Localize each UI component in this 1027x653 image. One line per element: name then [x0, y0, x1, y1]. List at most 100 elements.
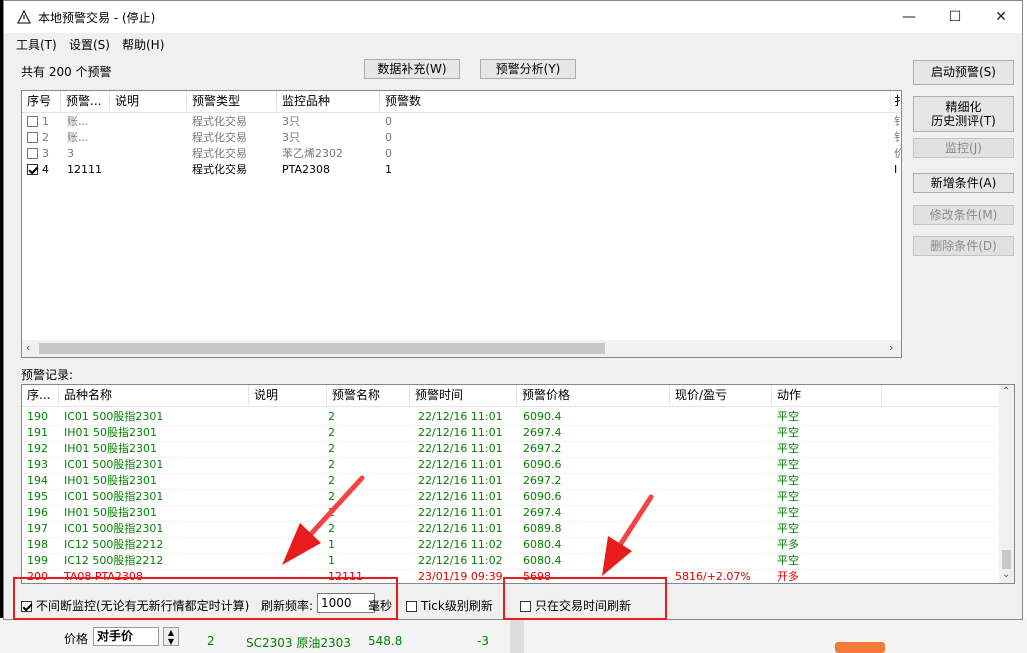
background-bottom-panel: 价格 对手价 ▲ ▼ 2 SC2303 原油2303 548.8 -3: [0, 618, 1027, 653]
record-price: 6090.6: [523, 458, 562, 471]
record-action: 平空: [777, 410, 799, 423]
bg-row-qty: -3: [477, 634, 489, 648]
scroll-thumb[interactable]: [39, 343, 605, 354]
col-record-name[interactable]: 预警名称: [327, 385, 410, 405]
record-product: IH01 50股指2301: [64, 474, 158, 487]
col-record-desc[interactable]: 说明: [249, 385, 327, 405]
data-supplement-button[interactable]: 数据补充(W): [364, 59, 460, 79]
records-vertical-scrollbar[interactable]: ⌃ ⌄: [999, 385, 1014, 583]
records-label: 预警记录:: [21, 368, 74, 382]
record-row[interactable]: 198 IC12 500股指2212 1 22/12/16 11:02 6080.4 平多: [22, 537, 997, 554]
record-product: IH01 50股指2301: [64, 442, 158, 455]
alert-row[interactable]: 2 账... 程式化交易 3只 0 钅: [22, 130, 901, 146]
window-title: 本地预警交易 - (停止): [38, 11, 156, 25]
tick-refresh-checkbox[interactable]: [406, 601, 417, 612]
delete-condition-button[interactable]: 删除条件(D): [913, 236, 1014, 256]
record-action: 平空: [777, 458, 799, 471]
col-action[interactable]: 动作: [772, 385, 882, 405]
add-condition-button[interactable]: 新增条件(A): [913, 173, 1014, 193]
menu-tools[interactable]: 工具(T): [16, 36, 57, 53]
col-description[interactable]: 说明: [110, 91, 187, 111]
record-action: 平空: [777, 474, 799, 487]
record-time: 22/12/16 11:01: [418, 458, 503, 471]
bg-scrollbar[interactable]: [510, 618, 524, 653]
modify-condition-button[interactable]: 修改条件(M): [913, 205, 1014, 225]
col-record-index[interactable]: 序...: [22, 385, 59, 405]
alert-trading-window: 本地预警交易 - (停止) — ☐ ✕ 工具(T) 设置(S) 帮助(H) 共有…: [3, 0, 1023, 620]
bg-price-type-select[interactable]: 对手价: [93, 627, 159, 646]
record-price: 2697.4: [523, 506, 562, 519]
record-row[interactable]: 194 IH01 50股指2301 2 22/12/16 11:01 2697.2 平空: [22, 473, 997, 490]
maximize-button[interactable]: ☐: [932, 1, 978, 33]
record-row[interactable]: 191 IH01 50股指2301 2 22/12/16 11:01 2697.4 平空: [22, 425, 997, 442]
scroll-left-icon[interactable]: ‹: [26, 341, 30, 354]
record-index: 197: [27, 522, 48, 535]
record-time: 22/12/16 11:02: [418, 554, 503, 567]
record-index: 195: [27, 490, 48, 503]
record-price: 6080.4: [523, 538, 562, 551]
records-table-header: 序... 品种名称 说明 预警名称 预警时间 预警价格 现价/盈亏 动作: [22, 385, 1014, 407]
record-product: IC01 500股指2301: [64, 410, 164, 423]
record-name: 1: [328, 554, 335, 567]
col-product[interactable]: 品种名称: [59, 385, 249, 405]
record-pnl: 5816/+2.07%: [675, 570, 751, 583]
record-time: 22/12/16 11:02: [418, 538, 503, 551]
col-pnl[interactable]: 现价/盈亏: [670, 385, 772, 405]
alert-analysis-button[interactable]: 预警分析(Y): [480, 59, 576, 79]
record-product: IH01 50股指2301: [64, 426, 158, 439]
record-index: 192: [27, 442, 48, 455]
col-alert-count[interactable]: 预警数: [380, 91, 891, 111]
record-row[interactable]: 193 IC01 500股指2301 2 22/12/16 11:01 6090.6 平空: [22, 457, 997, 474]
col-alert-type[interactable]: 预警类型: [187, 91, 277, 111]
col-alert-name[interactable]: 预警...: [61, 91, 110, 111]
col-extra[interactable]: 扌: [891, 91, 901, 111]
col-record-time[interactable]: 预警时间: [410, 385, 517, 405]
record-index: 198: [27, 538, 48, 551]
menu-settings[interactable]: 设置(S): [69, 36, 110, 53]
record-action: 平空: [777, 442, 799, 455]
alert-row[interactable]: 1 账... 程式化交易 3只 0 钅: [22, 114, 901, 130]
monitor-button[interactable]: 监控(J): [913, 138, 1014, 158]
record-time: 22/12/16 11:01: [418, 442, 503, 455]
alert-checkbox[interactable]: [27, 148, 38, 159]
records-table: 序... 品种名称 说明 预警名称 预警时间 预警价格 现价/盈亏 动作 190…: [21, 384, 1015, 584]
col-record-price[interactable]: 预警价格: [517, 385, 670, 405]
alert-row[interactable]: 4 12111 程式化交易 PTA2308 1 I: [22, 162, 901, 178]
record-time: 22/12/16 11:01: [418, 426, 503, 439]
record-index: 196: [27, 506, 48, 519]
alerts-horizontal-scrollbar[interactable]: ‹ ›: [22, 340, 901, 357]
highlight-box-left: [13, 577, 398, 620]
record-index: 199: [27, 554, 48, 567]
minimize-button[interactable]: —: [886, 1, 932, 33]
alert-checkbox[interactable]: [27, 116, 38, 127]
col-monitor-symbol[interactable]: 监控品种: [277, 91, 380, 111]
menu-help[interactable]: 帮助(H): [122, 36, 164, 53]
record-product: IC01 500股指2301: [64, 522, 164, 535]
scroll-down-icon[interactable]: ⌄: [1002, 569, 1010, 580]
scroll-right-icon[interactable]: ›: [889, 341, 893, 354]
record-action: 平多: [777, 538, 799, 551]
alert-row[interactable]: 3 3 程式化交易 苯乙烯2302 0 价: [22, 146, 901, 162]
record-price: 6090.4: [523, 410, 562, 423]
records-scroll-thumb[interactable]: [1002, 550, 1011, 569]
bg-spinner[interactable]: ▲ ▼: [163, 627, 179, 646]
record-row[interactable]: 196 IH01 50股指2301 2 22/12/16 11:01 2697.4 平空: [22, 505, 997, 522]
record-row[interactable]: 195 IC01 500股指2301 2 22/12/16 11:01 6090.6 平空: [22, 489, 997, 506]
record-row[interactable]: 192 IH01 50股指2301 2 22/12/16 11:01 2697.2 平空: [22, 441, 997, 458]
record-row[interactable]: 190 IC01 500股指2301 2 22/12/16 11:01 6090.4 平空: [22, 409, 997, 426]
bg-logo-icon: [835, 642, 885, 653]
alert-checkbox[interactable]: [27, 164, 38, 175]
record-product: IC01 500股指2301: [64, 490, 164, 503]
history-evaluation-button[interactable]: 精细化 历史测评(T): [913, 96, 1014, 132]
col-index[interactable]: 序号: [22, 91, 61, 111]
record-row[interactable]: 199 IC12 500股指2212 1 22/12/16 11:02 6080.4 平空: [22, 553, 997, 570]
alert-checkbox[interactable]: [27, 132, 38, 143]
start-alert-button[interactable]: 启动预警(S): [913, 60, 1014, 85]
scroll-up-icon[interactable]: ⌃: [1002, 386, 1010, 397]
tick-refresh-option[interactable]: Tick级别刷新: [406, 597, 493, 614]
record-name: 2: [328, 458, 335, 471]
close-button[interactable]: ✕: [978, 1, 1024, 33]
record-row[interactable]: 197 IC01 500股指2301 2 22/12/16 11:01 6089.8 平空: [22, 521, 997, 538]
title-bar[interactable]: 本地预警交易 - (停止) — ☐ ✕: [4, 1, 1022, 33]
record-index: 190: [27, 410, 48, 423]
